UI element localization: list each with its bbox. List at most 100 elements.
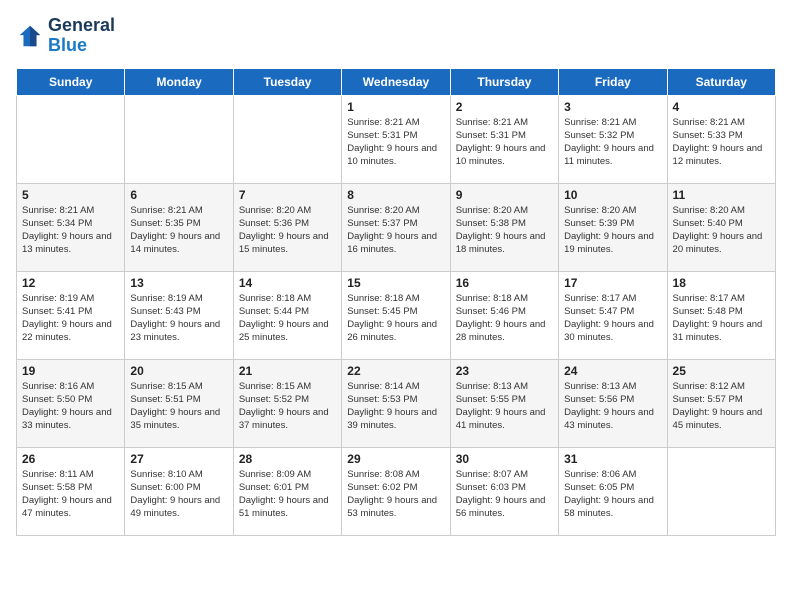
- calendar-cell: 9 Sunrise: 8:20 AM Sunset: 5:38 PM Daylig…: [450, 183, 558, 271]
- logo-text-blue: Blue: [48, 36, 115, 56]
- day-number: 7: [239, 188, 336, 202]
- calendar-cell: 7 Sunrise: 8:20 AM Sunset: 5:36 PM Daylig…: [233, 183, 341, 271]
- cell-content: Sunrise: 8:19 AM Sunset: 5:43 PM Dayligh…: [130, 292, 227, 345]
- day-number: 19: [22, 364, 119, 378]
- day-header-thursday: Thursday: [450, 68, 558, 95]
- cell-content: Sunrise: 8:18 AM Sunset: 5:44 PM Dayligh…: [239, 292, 336, 345]
- cell-content: Sunrise: 8:11 AM Sunset: 5:58 PM Dayligh…: [22, 468, 119, 521]
- calendar-cell: 16 Sunrise: 8:18 AM Sunset: 5:46 PM Dayli…: [450, 271, 558, 359]
- day-number: 25: [673, 364, 770, 378]
- calendar-cell: 11 Sunrise: 8:20 AM Sunset: 5:40 PM Dayli…: [667, 183, 775, 271]
- cell-content: Sunrise: 8:20 AM Sunset: 5:36 PM Dayligh…: [239, 204, 336, 257]
- cell-content: Sunrise: 8:09 AM Sunset: 6:01 PM Dayligh…: [239, 468, 336, 521]
- day-number: 11: [673, 188, 770, 202]
- cell-content: Sunrise: 8:13 AM Sunset: 5:56 PM Dayligh…: [564, 380, 661, 433]
- calendar-week-3: 12Sunrise: 8:19 AM Sunset: 5:41 PM Dayli…: [17, 271, 776, 359]
- logo-text-general: General: [48, 16, 115, 36]
- calendar-cell: 27Sunrise: 8:10 AM Sunset: 6:00 PM Dayli…: [125, 447, 233, 535]
- day-number: 1: [347, 100, 444, 114]
- calendar-cell: 4 Sunrise: 8:21 AM Sunset: 5:33 PM Daylig…: [667, 95, 775, 183]
- cell-content: Sunrise: 8:20 AM Sunset: 5:39 PM Dayligh…: [564, 204, 661, 257]
- day-number: 8: [347, 188, 444, 202]
- cell-content: Sunrise: 8:20 AM Sunset: 5:37 PM Dayligh…: [347, 204, 444, 257]
- calendar-cell: 13 Sunrise: 8:19 AM Sunset: 5:43 PM Dayli…: [125, 271, 233, 359]
- calendar-cell: 10 Sunrise: 8:20 AM Sunset: 5:39 PM Dayli…: [559, 183, 667, 271]
- day-number: 2: [456, 100, 553, 114]
- day-number: 3: [564, 100, 661, 114]
- logo-icon: [16, 22, 44, 50]
- cell-content: Sunrise: 8:12 AM Sunset: 5:57 PM Dayligh…: [673, 380, 770, 433]
- day-number: 18: [673, 276, 770, 290]
- day-header-tuesday: Tuesday: [233, 68, 341, 95]
- calendar-week-1: 1 Sunrise: 8:21 AM Sunset: 5:31 PM Daylig…: [17, 95, 776, 183]
- calendar-cell: [667, 447, 775, 535]
- day-number: 4: [673, 100, 770, 114]
- day-number: 21: [239, 364, 336, 378]
- calendar-cell: 23Sunrise: 8:13 AM Sunset: 5:55 PM Dayli…: [450, 359, 558, 447]
- day-number: 16: [456, 276, 553, 290]
- cell-content: Sunrise: 8:13 AM Sunset: 5:55 PM Dayligh…: [456, 380, 553, 433]
- calendar-cell: 24 Sunrise: 8:13 AM Sunset: 5:56 PM Dayli…: [559, 359, 667, 447]
- calendar-cell: 28 Sunrise: 8:09 AM Sunset: 6:01 PM Dayli…: [233, 447, 341, 535]
- day-number: 5: [22, 188, 119, 202]
- logo: General Blue: [16, 16, 115, 56]
- day-number: 9: [456, 188, 553, 202]
- calendar-cell: 14 Sunrise: 8:18 AM Sunset: 5:44 PM Dayli…: [233, 271, 341, 359]
- day-header-saturday: Saturday: [667, 68, 775, 95]
- day-number: 26: [22, 452, 119, 466]
- cell-content: Sunrise: 8:08 AM Sunset: 6:02 PM Dayligh…: [347, 468, 444, 521]
- day-number: 13: [130, 276, 227, 290]
- calendar-cell: 15Sunrise: 8:18 AM Sunset: 5:45 PM Dayli…: [342, 271, 450, 359]
- cell-content: Sunrise: 8:06 AM Sunset: 6:05 PM Dayligh…: [564, 468, 661, 521]
- day-number: 14: [239, 276, 336, 290]
- day-number: 29: [347, 452, 444, 466]
- calendar-cell: [17, 95, 125, 183]
- cell-content: Sunrise: 8:21 AM Sunset: 5:31 PM Dayligh…: [456, 116, 553, 169]
- calendar-cell: 6 Sunrise: 8:21 AM Sunset: 5:35 PM Daylig…: [125, 183, 233, 271]
- day-number: 22: [347, 364, 444, 378]
- cell-content: Sunrise: 8:17 AM Sunset: 5:48 PM Dayligh…: [673, 292, 770, 345]
- cell-content: Sunrise: 8:16 AM Sunset: 5:50 PM Dayligh…: [22, 380, 119, 433]
- cell-content: Sunrise: 8:15 AM Sunset: 5:51 PM Dayligh…: [130, 380, 227, 433]
- day-number: 30: [456, 452, 553, 466]
- cell-content: Sunrise: 8:18 AM Sunset: 5:46 PM Dayligh…: [456, 292, 553, 345]
- calendar-cell: 17Sunrise: 8:17 AM Sunset: 5:47 PM Dayli…: [559, 271, 667, 359]
- day-number: 28: [239, 452, 336, 466]
- calendar-cell: 12Sunrise: 8:19 AM Sunset: 5:41 PM Dayli…: [17, 271, 125, 359]
- cell-content: Sunrise: 8:14 AM Sunset: 5:53 PM Dayligh…: [347, 380, 444, 433]
- cell-content: Sunrise: 8:18 AM Sunset: 5:45 PM Dayligh…: [347, 292, 444, 345]
- calendar-cell: 20Sunrise: 8:15 AM Sunset: 5:51 PM Dayli…: [125, 359, 233, 447]
- calendar-week-2: 5 Sunrise: 8:21 AM Sunset: 5:34 PM Daylig…: [17, 183, 776, 271]
- cell-content: Sunrise: 8:07 AM Sunset: 6:03 PM Dayligh…: [456, 468, 553, 521]
- cell-content: Sunrise: 8:15 AM Sunset: 5:52 PM Dayligh…: [239, 380, 336, 433]
- cell-content: Sunrise: 8:21 AM Sunset: 5:34 PM Dayligh…: [22, 204, 119, 257]
- calendar-cell: 26 Sunrise: 8:11 AM Sunset: 5:58 PM Dayli…: [17, 447, 125, 535]
- cell-content: Sunrise: 8:20 AM Sunset: 5:40 PM Dayligh…: [673, 204, 770, 257]
- cell-content: Sunrise: 8:19 AM Sunset: 5:41 PM Dayligh…: [22, 292, 119, 345]
- day-number: 17: [564, 276, 661, 290]
- calendar-cell: 3Sunrise: 8:21 AM Sunset: 5:32 PM Daylig…: [559, 95, 667, 183]
- calendar-cell: 8 Sunrise: 8:20 AM Sunset: 5:37 PM Daylig…: [342, 183, 450, 271]
- calendar-cell: 22 Sunrise: 8:14 AM Sunset: 5:53 PM Dayli…: [342, 359, 450, 447]
- cell-content: Sunrise: 8:21 AM Sunset: 5:33 PM Dayligh…: [673, 116, 770, 169]
- cell-content: Sunrise: 8:21 AM Sunset: 5:35 PM Dayligh…: [130, 204, 227, 257]
- day-number: 31: [564, 452, 661, 466]
- calendar-week-5: 26 Sunrise: 8:11 AM Sunset: 5:58 PM Dayli…: [17, 447, 776, 535]
- calendar-cell: 31 Sunrise: 8:06 AM Sunset: 6:05 PM Dayli…: [559, 447, 667, 535]
- calendar-cell: [125, 95, 233, 183]
- day-number: 10: [564, 188, 661, 202]
- calendar-table: SundayMondayTuesdayWednesdayThursdayFrid…: [16, 68, 776, 536]
- calendar-cell: 19 Sunrise: 8:16 AM Sunset: 5:50 PM Dayli…: [17, 359, 125, 447]
- cell-content: Sunrise: 8:10 AM Sunset: 6:00 PM Dayligh…: [130, 468, 227, 521]
- day-number: 6: [130, 188, 227, 202]
- calendar-header: SundayMondayTuesdayWednesdayThursdayFrid…: [17, 68, 776, 95]
- cell-content: Sunrise: 8:20 AM Sunset: 5:38 PM Dayligh…: [456, 204, 553, 257]
- calendar-cell: 25 Sunrise: 8:12 AM Sunset: 5:57 PM Dayli…: [667, 359, 775, 447]
- day-header-wednesday: Wednesday: [342, 68, 450, 95]
- calendar-cell: 29 Sunrise: 8:08 AM Sunset: 6:02 PM Dayli…: [342, 447, 450, 535]
- calendar-cell: 2 Sunrise: 8:21 AM Sunset: 5:31 PM Daylig…: [450, 95, 558, 183]
- calendar-week-4: 19 Sunrise: 8:16 AM Sunset: 5:50 PM Dayli…: [17, 359, 776, 447]
- calendar-cell: 1 Sunrise: 8:21 AM Sunset: 5:31 PM Daylig…: [342, 95, 450, 183]
- cell-content: Sunrise: 8:21 AM Sunset: 5:31 PM Dayligh…: [347, 116, 444, 169]
- day-number: 24: [564, 364, 661, 378]
